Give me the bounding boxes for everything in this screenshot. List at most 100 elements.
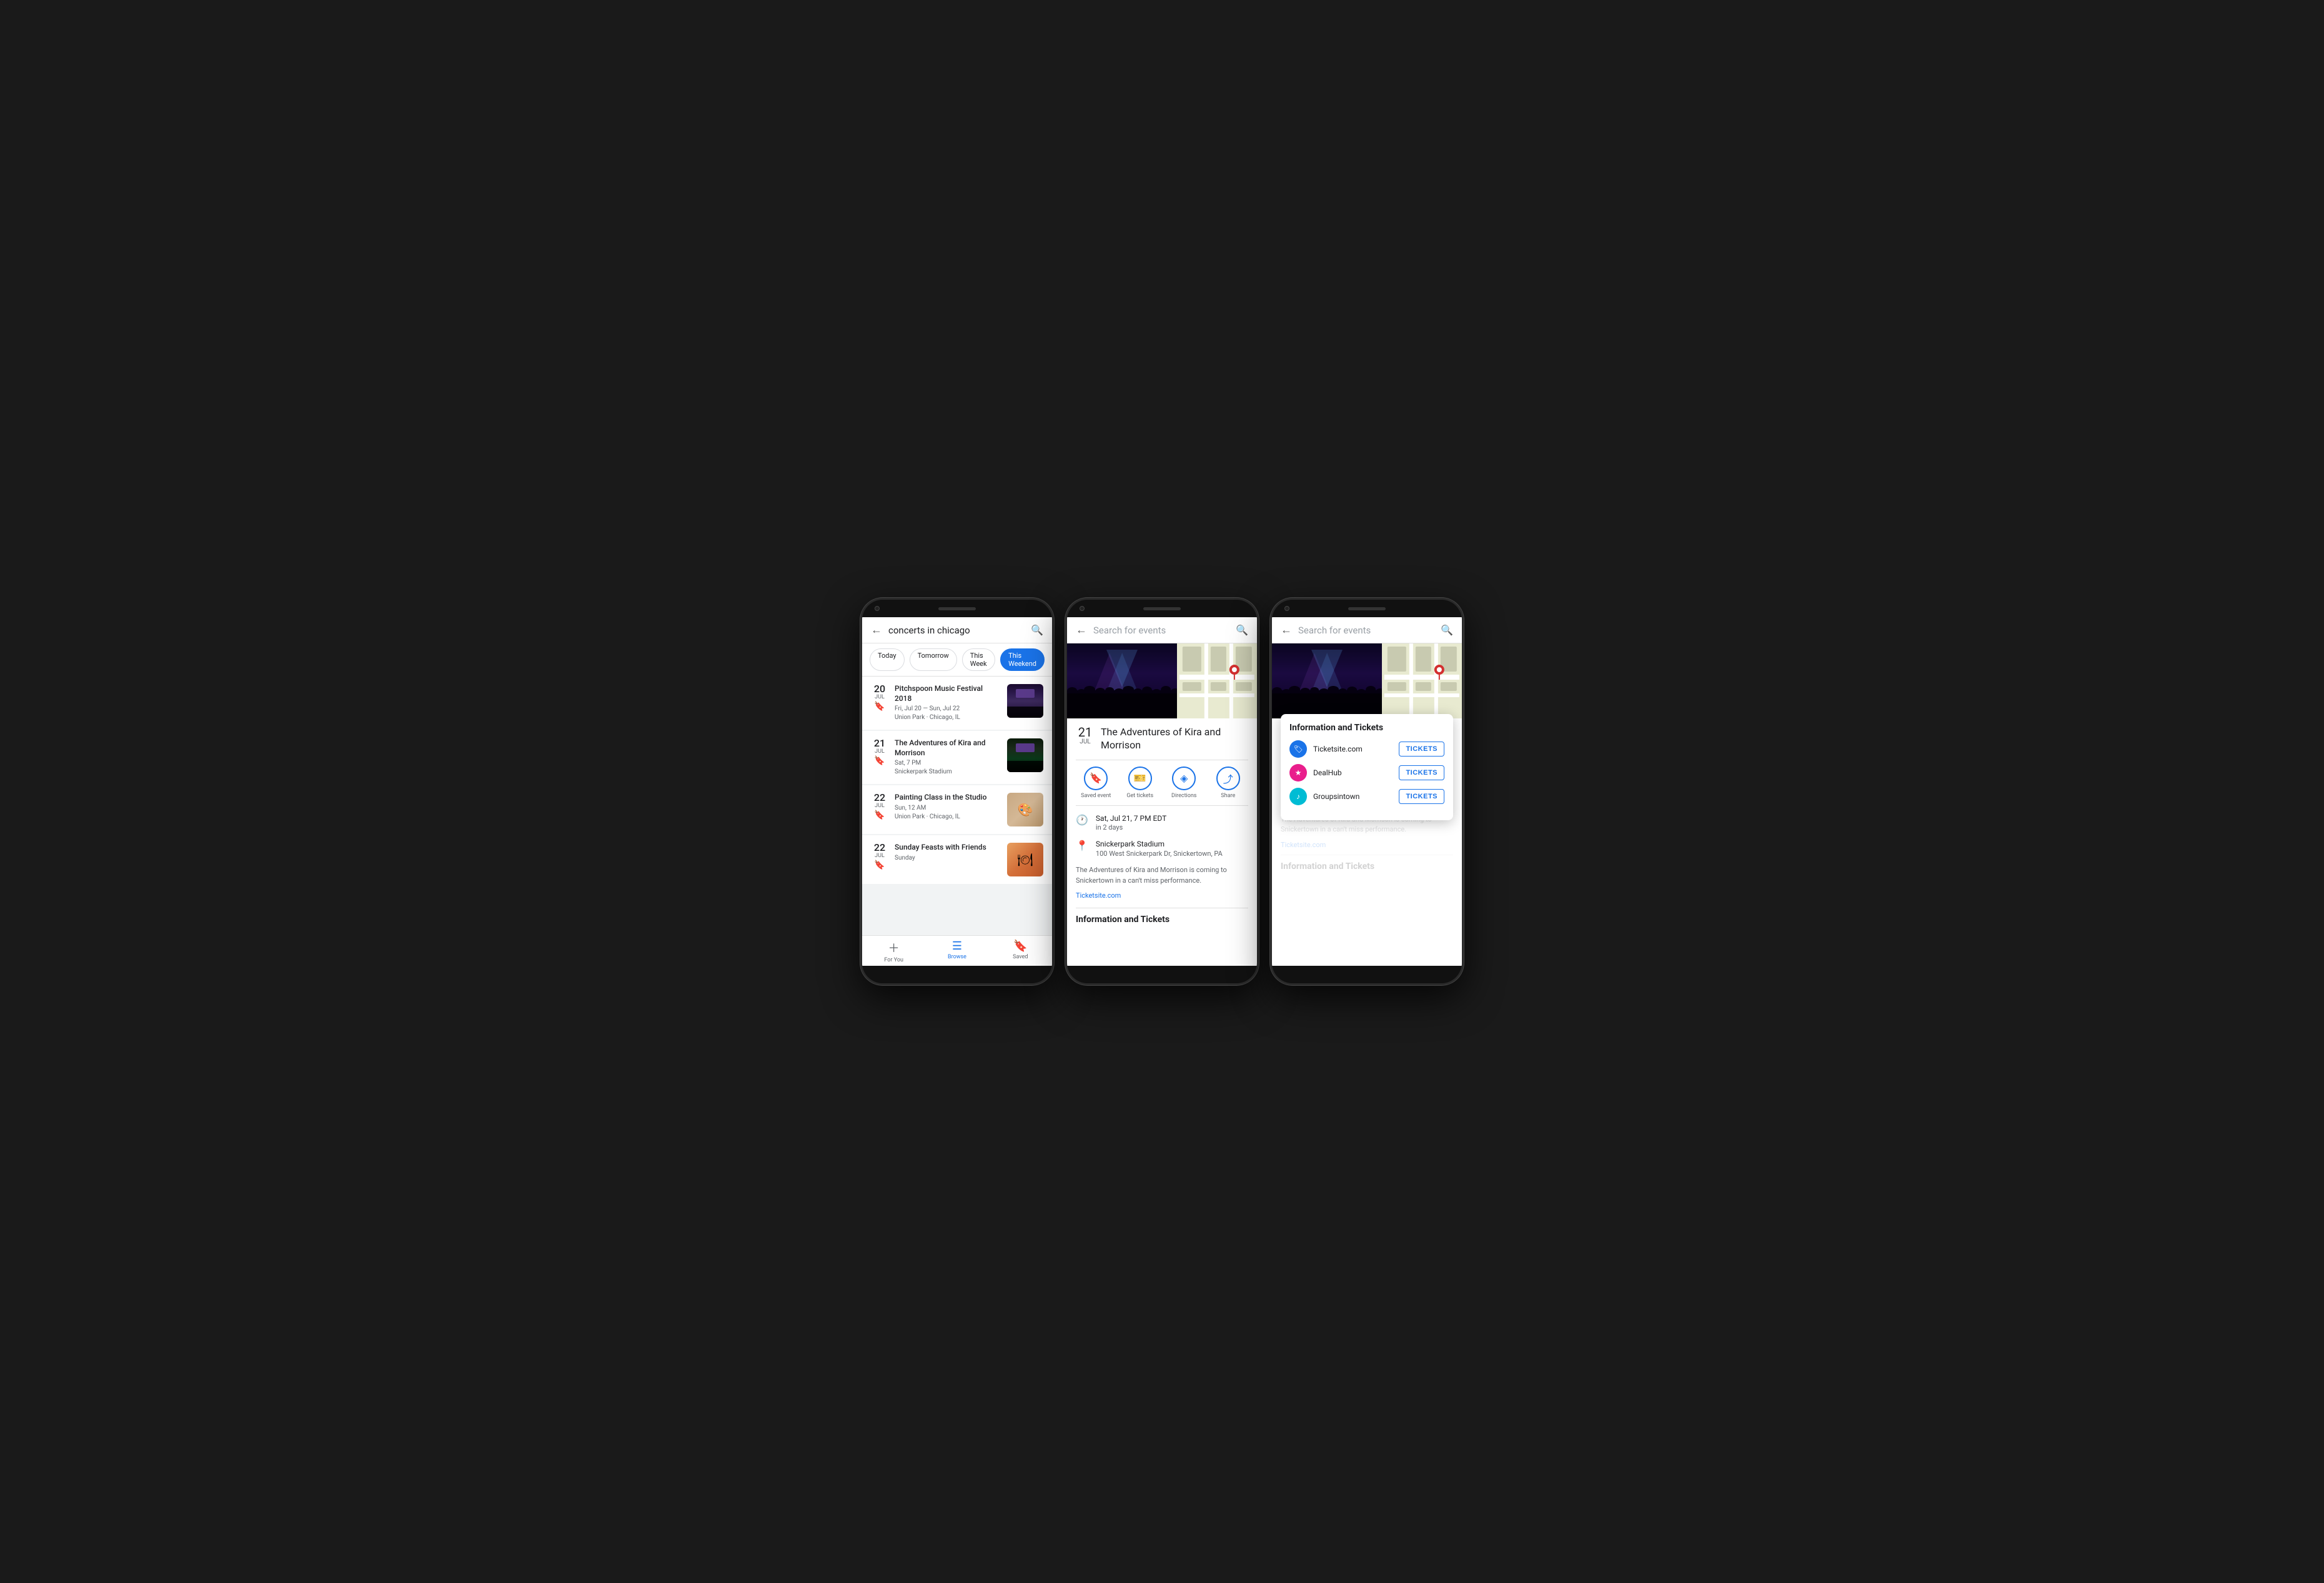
search-icon-3[interactable]: 🔍: [1441, 624, 1453, 636]
groupsintown-logo: ♪: [1289, 788, 1307, 805]
chip-tomorrow[interactable]: Tomorrow: [910, 648, 957, 671]
filter-chips-1: Today Tomorrow This Week This Weekend: [862, 643, 1052, 677]
painting-image: 🎨: [1007, 793, 1043, 826]
feast-image: 🍽: [1007, 843, 1043, 876]
back-arrow-icon-3[interactable]: ←: [1281, 623, 1292, 637]
clock-icon: 🕐: [1076, 814, 1088, 826]
nav-saved[interactable]: 🔖 Saved: [989, 940, 1052, 963]
search-placeholder-2: Search for events: [1093, 625, 1229, 636]
ticket-row: ♪ Groupsintown TICKETS: [1289, 788, 1444, 805]
event-date-col: 20 JUL 🔖: [871, 684, 888, 712]
date-time-sub: in 2 days: [1096, 823, 1166, 831]
bookmark-icon[interactable]: 🔖: [871, 702, 888, 712]
nav-browse[interactable]: ☰ Browse: [925, 940, 988, 963]
event-meta2: Snickerpark Stadium: [895, 768, 1001, 777]
event-day: 20: [871, 684, 888, 694]
chip-today[interactable]: Today: [870, 648, 905, 671]
list-item[interactable]: 20 JUL 🔖 Pitchspoon Music Festival 2018 …: [862, 677, 1052, 730]
crowd-image: [1007, 684, 1043, 718]
search-icon-1[interactable]: 🔍: [1031, 624, 1043, 636]
for-you-icon: ＋: [888, 940, 900, 956]
event-detail-title-row: 21 JUL The Adventures of Kira and Morris…: [1076, 726, 1248, 752]
chip-this-weekend[interactable]: This Weekend: [1000, 648, 1045, 671]
event-detail-content: 21 JUL The Adventures of Kira and Morris…: [1067, 718, 1257, 966]
chip-this-week[interactable]: This Week: [962, 648, 995, 671]
venue-name: Snickerpark Stadium: [1096, 839, 1223, 850]
search-icon-2[interactable]: 🔍: [1236, 624, 1248, 636]
venue-address: 100 West Snickerpark Dr, Snickertown, PA: [1096, 850, 1223, 858]
phone-bottom-bar-1: [862, 966, 1052, 983]
dealhub-logo: ★: [1289, 764, 1307, 782]
bookmark-icon[interactable]: 🔖: [871, 756, 888, 766]
events-list: 20 JUL 🔖 Pitchspoon Music Festival 2018 …: [862, 677, 1052, 935]
share-btn[interactable]: ⤴ Share: [1208, 767, 1249, 799]
search-bar-1: ← concerts in chicago 🔍: [862, 617, 1052, 643]
event-info: The Adventures of Kira and Morrison Sat,…: [895, 738, 1001, 777]
get-tickets-btn[interactable]: 🎫 Get tickets: [1120, 767, 1161, 799]
saved-icon: 🔖: [1013, 940, 1027, 953]
ticketsite-logo: 🏷: [1289, 740, 1307, 758]
section-title: Information and Tickets: [1076, 908, 1248, 925]
directions-btn[interactable]: ◈ Directions: [1164, 767, 1204, 799]
event-day: 22: [871, 843, 888, 853]
ticket-name-3: Groupsintown: [1313, 792, 1393, 801]
event-meta1: Sunday: [895, 854, 1001, 863]
event-day: 21: [871, 738, 888, 748]
ticket-name-2: DealHub: [1313, 768, 1393, 777]
back-arrow-icon-1[interactable]: ←: [871, 623, 882, 637]
search-placeholder-3: Search for events: [1298, 625, 1434, 636]
ticket-btn-2[interactable]: TICKETS: [1399, 765, 1444, 780]
phone-bottom-bar-3: [1272, 966, 1462, 983]
back-arrow-icon-2[interactable]: ←: [1076, 623, 1087, 637]
event-detail-title: The Adventures of Kira and Morrison: [1101, 726, 1248, 752]
event-meta2: Union Park · Chicago, IL: [895, 813, 1001, 821]
list-item[interactable]: 22 JUL 🔖 Painting Class in the Studio Su…: [862, 785, 1052, 834]
browse-icon: ☰: [952, 940, 962, 953]
map-image: [1177, 643, 1257, 718]
camera-1: [875, 606, 880, 611]
nav-label-browse: Browse: [948, 954, 966, 960]
saved-icon-circle: 🔖: [1084, 767, 1108, 790]
event-title: The Adventures of Kira and Morrison: [895, 738, 1001, 758]
event-title: Sunday Feasts with Friends: [895, 843, 1001, 853]
event-meta2: Union Park · Chicago, IL: [895, 713, 1001, 722]
phone-top-bar-3: [1272, 600, 1462, 617]
ticket-row: ★ DealHub TICKETS: [1289, 764, 1444, 782]
list-item[interactable]: 21 JUL 🔖 The Adventures of Kira and Morr…: [862, 731, 1052, 784]
list-item[interactable]: 22 JUL 🔖 Sunday Feasts with Friends Sund…: [862, 835, 1052, 884]
nav-for-you[interactable]: ＋ For You: [862, 940, 925, 963]
directions-label: Directions: [1171, 793, 1196, 799]
crowd-image-2: [1007, 738, 1043, 772]
map-image-3: [1382, 643, 1462, 718]
bookmark-icon[interactable]: 🔖: [871, 810, 888, 820]
event-thumbnail: [1007, 684, 1043, 718]
event-link[interactable]: Ticketsite.com: [1076, 891, 1121, 900]
date-time-info: Sat, Jul 21, 7 PM EDT in 2 days: [1096, 813, 1166, 832]
date-time-text: Sat, Jul 21, 7 PM EDT: [1096, 813, 1166, 824]
ticket-name-1: Ticketsite.com: [1313, 745, 1393, 753]
event-month: JUL: [871, 748, 888, 755]
location-icon: 📍: [1076, 840, 1088, 851]
event-month: JUL: [871, 803, 888, 809]
event-thumbnail: [1007, 738, 1043, 772]
share-icon-circle: ⤴: [1216, 767, 1240, 790]
screen-2: ← Search for events 🔍: [1067, 617, 1257, 966]
saved-event-btn[interactable]: 🔖 Saved event: [1076, 767, 1116, 799]
event-info: Painting Class in the Studio Sun, 12 AM …: [895, 793, 1001, 821]
event-date-col: 21 JUL 🔖: [871, 738, 888, 766]
camera-2: [1080, 606, 1085, 611]
bookmark-icon[interactable]: 🔖: [871, 860, 888, 870]
ticket-btn-3[interactable]: TICKETS: [1399, 789, 1444, 804]
action-buttons: 🔖 Saved event 🎫 Get tickets ◈ Directions…: [1076, 760, 1248, 806]
screen-3: ← Search for events 🔍: [1272, 617, 1462, 966]
saved-label: Saved event: [1081, 793, 1111, 799]
phone-1: ← concerts in chicago 🔍 Today Tomorrow T…: [860, 598, 1054, 985]
event-date-col: 22 JUL 🔖: [871, 793, 888, 820]
event-info: Sunday Feasts with Friends Sunday: [895, 843, 1001, 863]
event-meta1: Sat, 7 PM: [895, 759, 1001, 768]
ticket-btn-1[interactable]: TICKETS: [1399, 742, 1444, 757]
speaker-1: [938, 607, 976, 610]
camera-3: [1284, 606, 1289, 611]
ticket-row: 🏷 Ticketsite.com TICKETS: [1289, 740, 1444, 758]
bottom-nav: ＋ For You ☰ Browse 🔖 Saved: [862, 935, 1052, 966]
